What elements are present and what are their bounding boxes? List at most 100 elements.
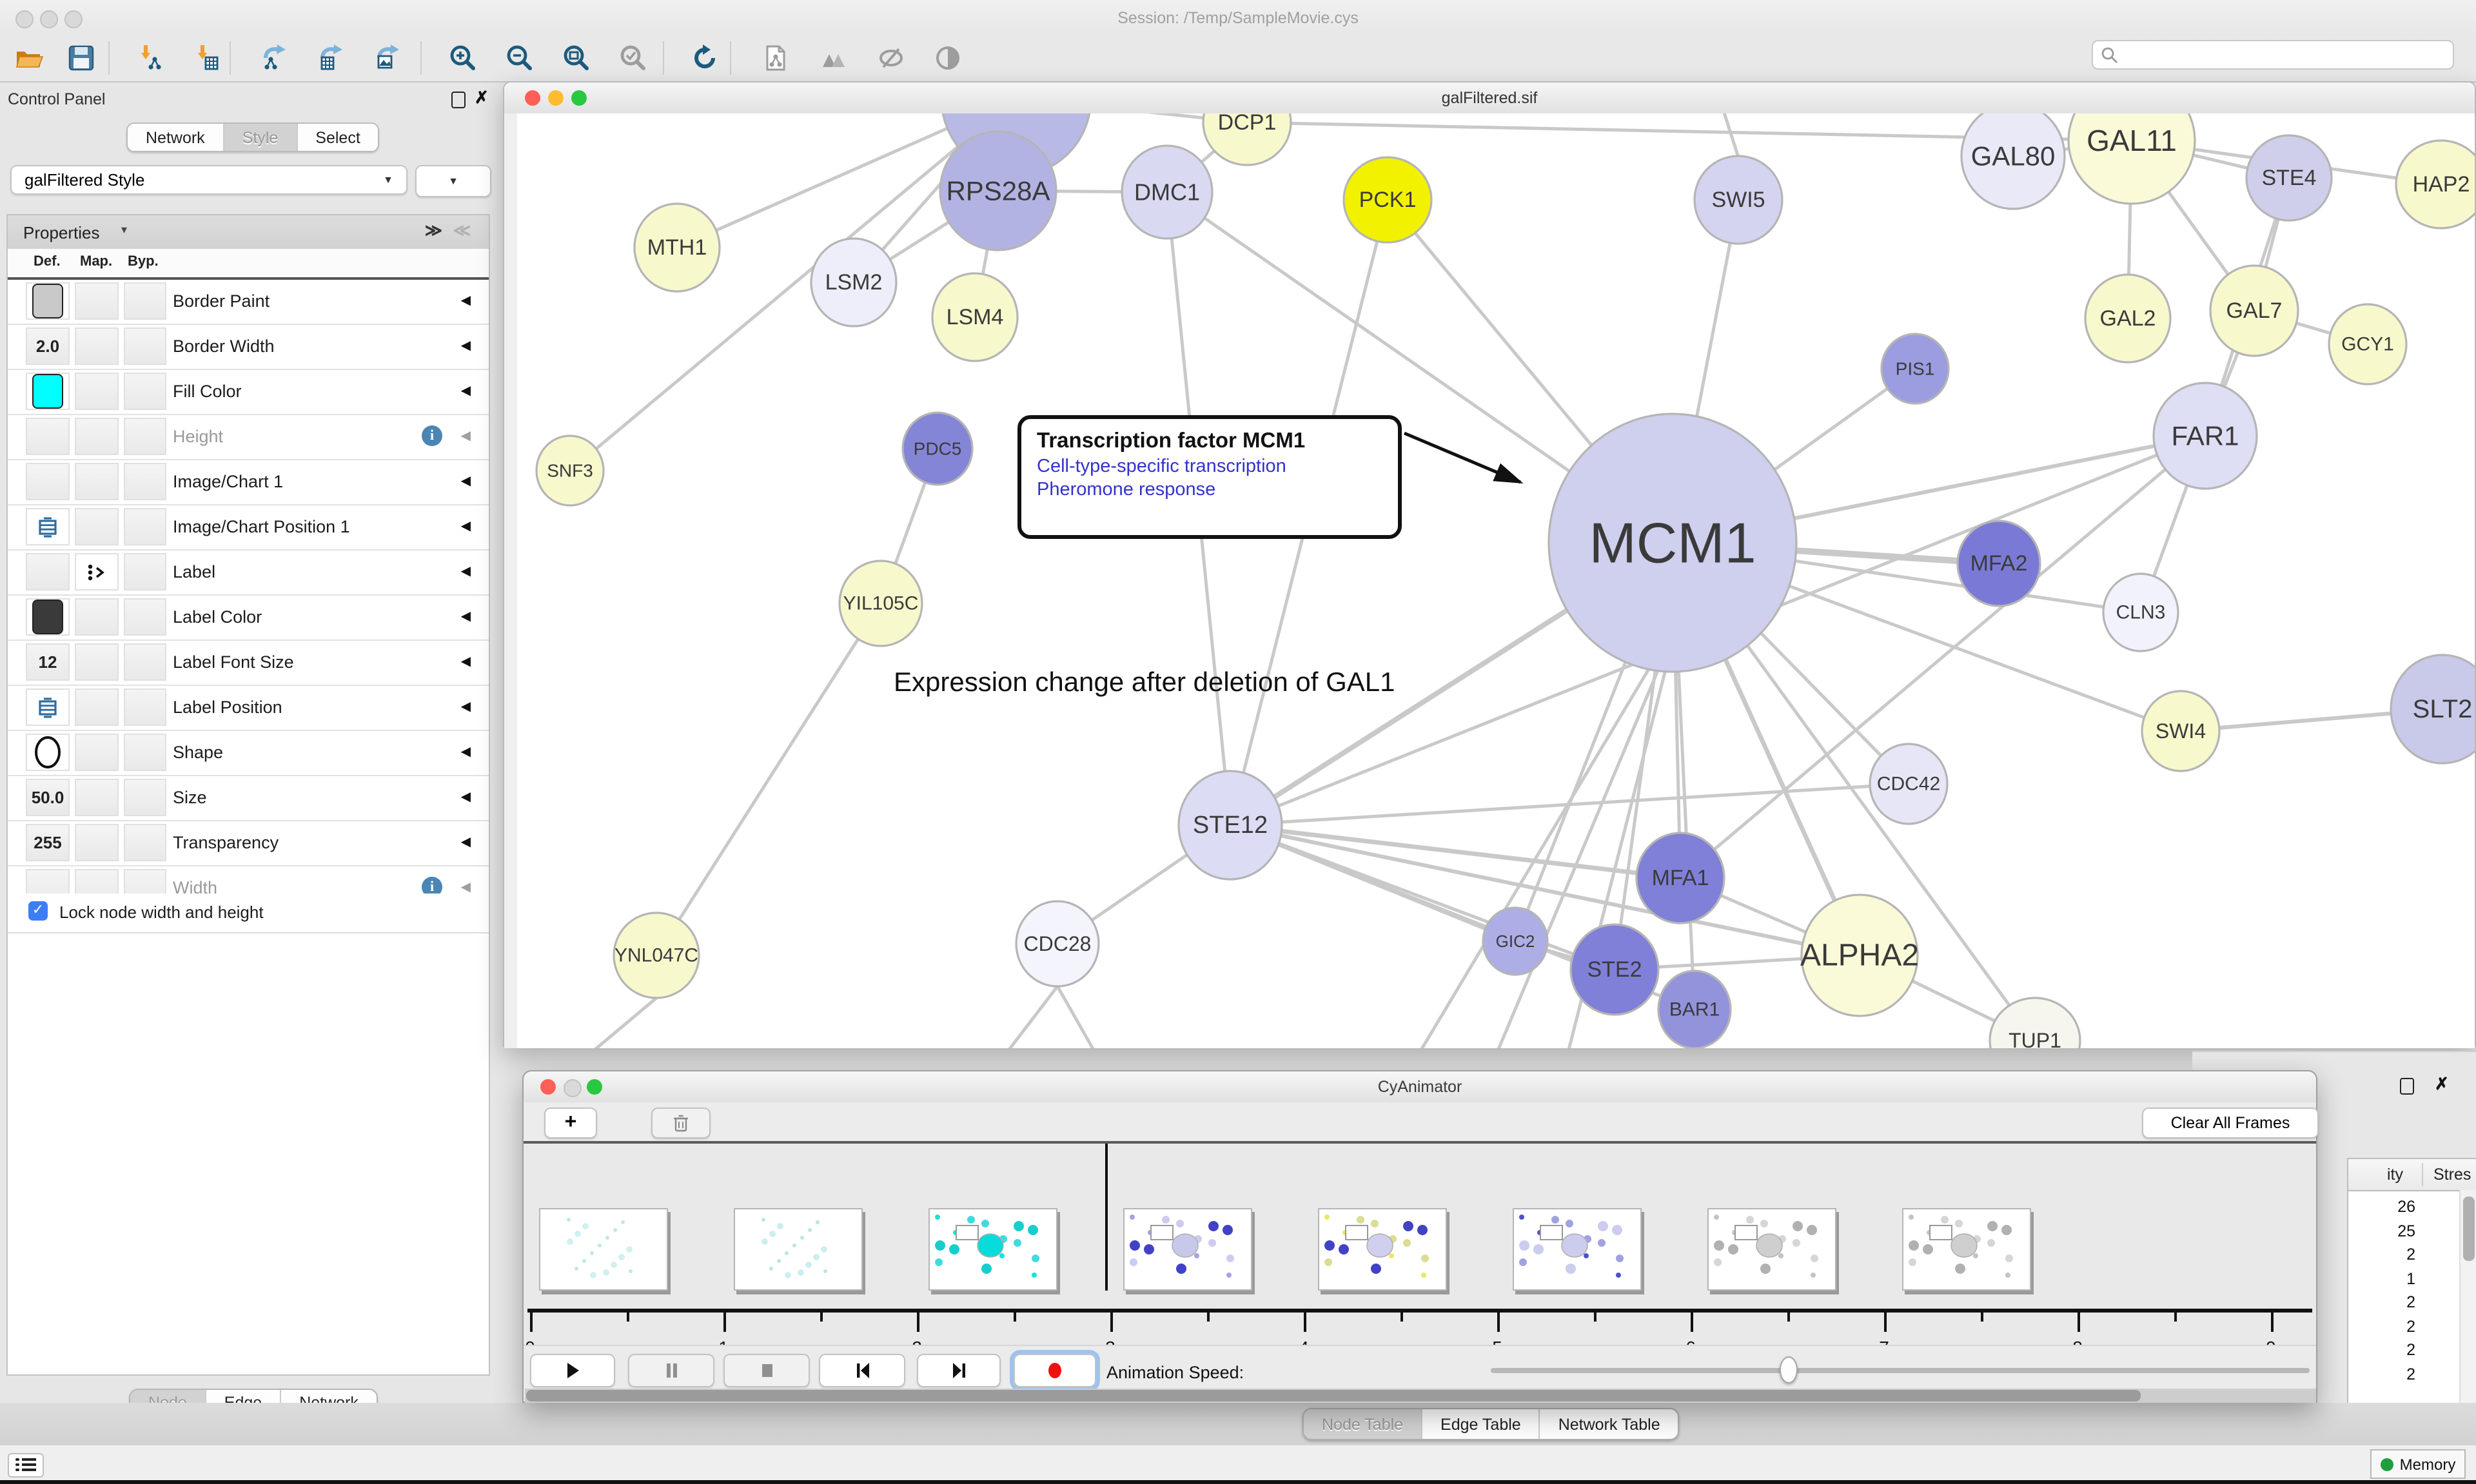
scrollbar-thumb[interactable] [2463, 1196, 2475, 1261]
table-row[interactable]: 2 [2348, 1365, 2415, 1383]
search-input[interactable] [2119, 44, 2433, 65]
cell-map[interactable] [75, 779, 119, 816]
property-row-transparency[interactable]: 255Transparency◀ [8, 821, 489, 866]
float-panel-icon[interactable] [451, 92, 466, 108]
expand-row-icon[interactable]: ◀ [461, 294, 471, 308]
timeline-frame-7[interactable] [1707, 1208, 1836, 1291]
table-col-header[interactable]: ity [2387, 1166, 2403, 1184]
expand-row-icon[interactable]: ◀ [461, 655, 471, 669]
table-row[interactable]: 26 [2348, 1198, 2415, 1216]
tab-network[interactable]: Network [128, 124, 224, 151]
timeline-frame-6[interactable] [1513, 1208, 1642, 1291]
edge[interactable] [1057, 986, 1095, 1048]
zoom-fit-icon[interactable] [560, 41, 593, 75]
table-header-row[interactable]: ity Stres [2348, 1159, 2476, 1191]
timeline-frame-3[interactable] [928, 1208, 1057, 1291]
pause-button[interactable] [628, 1354, 714, 1387]
cell-def[interactable]: 2.0 [26, 327, 70, 365]
tab-style[interactable]: Style [224, 124, 298, 151]
table-row[interactable]: 1 [2348, 1269, 2415, 1287]
annotation-link[interactable]: Cell-type-specific transcription [1037, 456, 1382, 477]
property-row-label-font-size[interactable]: 12Label Font Size◀ [8, 641, 489, 686]
expand-row-icon[interactable]: ◀ [461, 881, 471, 895]
tab-node-table[interactable]: Node Table [1304, 1409, 1422, 1439]
cell-def[interactable] [26, 463, 70, 500]
table-col-header[interactable]: Stres [2433, 1166, 2471, 1184]
scrollbar-thumb[interactable] [526, 1390, 2141, 1401]
expand-row-icon[interactable]: ◀ [461, 610, 471, 624]
property-row-border-width[interactable]: 2.0Border Width◀ [8, 325, 489, 370]
timeline-frame-4[interactable] [1123, 1208, 1252, 1291]
property-row-height[interactable]: Heighti◀ [8, 415, 489, 460]
cell-byp[interactable] [124, 463, 166, 500]
network-window-titlebar[interactable]: galFiltered.sif [504, 83, 2475, 115]
expand-row-icon[interactable]: ◀ [461, 474, 471, 489]
cell-def[interactable] [26, 508, 70, 545]
cell-def[interactable] [26, 553, 70, 591]
cell-byp[interactable] [124, 824, 166, 861]
cell-byp[interactable] [124, 327, 166, 365]
zoom-in-icon[interactable] [446, 41, 480, 75]
cell-map[interactable] [75, 418, 119, 455]
timeline-frame-5[interactable] [1318, 1208, 1447, 1291]
cell-map[interactable] [75, 373, 119, 410]
cell-byp[interactable] [124, 734, 166, 771]
property-row-image-chart-position-1[interactable]: Image/Chart Position 1◀ [8, 505, 489, 551]
export-network-icon[interactable] [258, 41, 291, 75]
close-panel-icon[interactable]: ✗ [475, 88, 489, 108]
table-scrollbar[interactable] [2459, 1190, 2476, 1411]
close-panel-icon[interactable]: ✗ [2435, 1074, 2449, 1095]
property-row-label-position[interactable]: Label Position◀ [8, 686, 489, 731]
property-row-label-color[interactable]: Label Color◀ [8, 596, 489, 641]
network-graph[interactable]: RPS28BRPS28ADCP1DMC1PCK1SWI5GAL80GAL11ST… [517, 113, 2475, 1048]
network-annotation[interactable]: Transcription factor MCM1 Cell-type-spec… [1017, 415, 1402, 539]
animation-speed-slider[interactable] [1491, 1368, 2310, 1373]
tab-network-table[interactable]: Network Table [1540, 1409, 1678, 1439]
lock-size-checkbox[interactable]: ✓ [28, 901, 48, 921]
edge[interactable] [592, 998, 656, 1048]
style-select[interactable]: galFiltered Style ▼ [10, 165, 408, 195]
previous-button[interactable] [819, 1354, 905, 1387]
network-canvas[interactable]: RPS28BRPS28ADCP1DMC1PCK1SWI5GAL80GAL11ST… [517, 113, 2475, 1048]
cell-def[interactable]: 50.0 [26, 779, 70, 816]
expand-row-icon[interactable]: ◀ [461, 700, 471, 714]
cell-map[interactable] [75, 282, 119, 320]
cell-def[interactable] [26, 373, 70, 410]
tab-edge-table[interactable]: Edge Table [1422, 1409, 1540, 1439]
cell-byp[interactable] [124, 373, 166, 410]
edge[interactable] [1007, 986, 1057, 1048]
cyanimator-titlebar[interactable]: CyAnimator [524, 1071, 2316, 1104]
table-row[interactable]: 2 [2348, 1341, 2415, 1359]
tab-select[interactable]: Select [297, 124, 378, 151]
delete-frame-button[interactable] [651, 1108, 711, 1138]
timeline-frame-8[interactable] [1902, 1208, 2031, 1291]
cell-map[interactable] [75, 598, 119, 636]
stop-button[interactable] [723, 1354, 810, 1387]
timeline-frame-2[interactable] [734, 1208, 863, 1291]
network-left-scrollbar[interactable] [504, 113, 518, 1048]
clear-all-frames-button[interactable]: Clear All Frames [2142, 1108, 2319, 1138]
cell-byp[interactable] [124, 643, 166, 681]
cell-map[interactable] [75, 734, 119, 771]
hide-detail-icon[interactable] [874, 41, 908, 75]
property-row-size[interactable]: 50.0Size◀ [8, 776, 489, 821]
cell-byp[interactable] [124, 508, 166, 545]
expand-row-icon[interactable]: ◀ [461, 339, 471, 353]
annotation-link[interactable]: Pheromone response [1037, 480, 1382, 500]
node-table[interactable]: ity Stres 2625212222 [2347, 1158, 2476, 1412]
cell-byp[interactable] [124, 598, 166, 636]
cell-byp[interactable] [124, 688, 166, 726]
timeline-hscrollbar[interactable] [525, 1389, 2316, 1403]
cell-byp[interactable] [124, 553, 166, 591]
import-table-icon[interactable] [191, 41, 224, 75]
expand-row-icon[interactable]: ◀ [461, 384, 471, 398]
slider-handle[interactable] [1780, 1356, 1798, 1383]
cell-def[interactable]: 255 [26, 824, 70, 861]
cell-def[interactable] [26, 282, 70, 320]
property-row-border-paint[interactable]: Border Paint◀ [8, 280, 489, 325]
cell-map[interactable] [75, 688, 119, 726]
cell-map[interactable] [75, 508, 119, 545]
cell-byp[interactable] [124, 418, 166, 455]
table-row[interactable]: 2 [2348, 1317, 2415, 1335]
zoom-out-icon[interactable] [503, 41, 536, 75]
